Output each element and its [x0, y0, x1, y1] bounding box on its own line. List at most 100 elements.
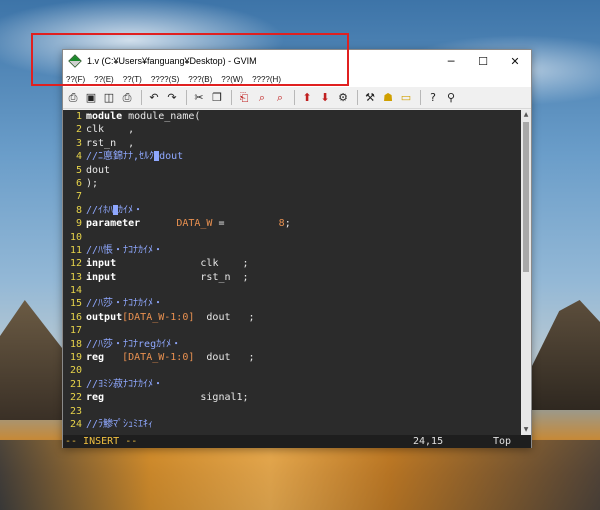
toolbar: ⎙ ▣ ◫ ⎙ ↶ ↷ ✂ ❐ ⎗ ⌕ ⌕ ⬆ ⬇ ⚙ ⚒ ☗ ▭ ? ⚲: [63, 87, 531, 109]
code-line[interactable]: 12 input clk ;: [63, 257, 521, 270]
toolbar-separator: [141, 90, 142, 105]
code-line[interactable]: 24 //ﾗ鯵ﾏﾟｼｭﾐｴｷｨ: [63, 418, 521, 431]
code-line[interactable]: 8 //ｲﾎﾊ ｶｲﾒ・: [63, 204, 521, 217]
code-token: ｶｲﾒ・: [118, 204, 144, 216]
code-line[interactable]: 13 input rst_n ;: [63, 271, 521, 284]
code-token: module_name(: [122, 111, 201, 122]
code-token: dout ;: [194, 352, 255, 364]
code-token: //ﾊ悵・ﾅｺﾅｶｲﾒ・: [86, 244, 164, 256]
paste-icon[interactable]: ⎗: [236, 90, 252, 106]
line-number: 22: [69, 392, 82, 404]
scroll-position: Top: [493, 436, 512, 447]
status-line: -- INSERT -- 24,15 Top: [63, 435, 531, 448]
line-number: 13: [69, 271, 82, 283]
find-help-icon[interactable]: ⚲: [443, 90, 459, 106]
code-line[interactable]: 3 rst_n ,: [63, 137, 521, 150]
gvim-window: 1.v (C:¥Users¥fanguang¥Desktop) - GVIM ─…: [62, 49, 532, 448]
line-number: 23: [69, 405, 82, 417]
code-line[interactable]: 21 //ﾖﾐｼ菽ﾅｺﾅｶｲﾒ・: [63, 378, 521, 391]
code-token: parameter: [86, 218, 141, 230]
redo-icon[interactable]: ↷: [164, 90, 180, 106]
code-token: ;: [284, 218, 291, 230]
scroll-thumb[interactable]: [523, 122, 529, 272]
code-line[interactable]: 1 module module_name(: [63, 110, 521, 123]
code-line[interactable]: 15 //ﾊ莎・ﾅｺﾅｶｲﾒ・: [63, 297, 521, 310]
line-number: 1: [75, 111, 82, 122]
save-all-icon[interactable]: ◫: [101, 90, 117, 106]
find-icon[interactable]: ⌕: [254, 90, 270, 106]
code-token: //ﾖﾐｼ菽ﾅｺﾅｶｲﾒ・: [86, 378, 164, 390]
code-token: dout: [86, 164, 111, 176]
run-script-icon[interactable]: ⚙: [335, 90, 351, 106]
load-session-icon[interactable]: ⬆: [299, 90, 315, 106]
cut-icon[interactable]: ✂: [191, 90, 207, 106]
code-line[interactable]: 23: [63, 405, 521, 418]
code-line[interactable]: 17: [63, 324, 521, 337]
code-line[interactable]: 14: [63, 284, 521, 297]
toolbar-separator: [186, 90, 187, 105]
line-number: 5: [75, 164, 82, 176]
code-line[interactable]: 7: [63, 190, 521, 203]
close-button[interactable]: ✕: [499, 50, 531, 72]
undo-icon[interactable]: ↶: [146, 90, 162, 106]
sunset-water: [0, 440, 600, 510]
make-icon[interactable]: ⚒: [362, 90, 378, 106]
line-number: 3: [75, 137, 82, 149]
annotation-highlight-box: [31, 33, 349, 86]
code-token: //ﾊ莎・ﾅｺﾅｶｲﾒ・: [86, 298, 164, 310]
toolbar-separator: [420, 90, 421, 105]
line-number: 10: [69, 231, 82, 243]
line-number: 21: [69, 378, 82, 390]
code-line[interactable]: 22 reg signal1;: [63, 391, 521, 404]
editor-buffer[interactable]: 1 module module_name( 2 clk , 3 rst_n , 4 //ﾆ悳錦…: [63, 110, 521, 435]
code-token: reg: [86, 392, 105, 404]
code-token: input: [86, 271, 117, 283]
scroll-down-icon[interactable]: ▼: [521, 425, 531, 435]
line-number: 11: [69, 244, 82, 256]
scroll-up-icon[interactable]: ▲: [521, 110, 531, 120]
line-number: 18: [69, 338, 82, 350]
code-token: //ｲﾎﾊ: [86, 204, 114, 216]
vertical-scrollbar[interactable]: ▲ ▼: [521, 110, 531, 435]
jump-tag-icon[interactable]: ▭: [398, 90, 414, 106]
line-number: 7: [75, 191, 82, 203]
code-line[interactable]: 2 clk ,: [63, 123, 521, 136]
code-token: reg: [86, 352, 105, 364]
code-line[interactable]: 5 dout: [63, 164, 521, 177]
line-number: 20: [69, 365, 82, 377]
mode-indicator: -- INSERT --: [65, 436, 138, 447]
maximize-button[interactable]: ☐: [467, 50, 499, 72]
code-token: //ﾊ莎・ﾅｺﾅregｶｲﾒ・: [86, 338, 182, 350]
save-icon[interactable]: ▣: [83, 90, 99, 106]
run-ctags-icon[interactable]: ☗: [380, 90, 396, 106]
code-token: //ﾆ悳錦ﾅﾅ,ｾﾙｸ: [86, 151, 155, 163]
code-line[interactable]: 10: [63, 231, 521, 244]
print-icon[interactable]: ⎙: [119, 90, 135, 106]
code-token: rst_n ,: [86, 137, 135, 149]
line-number: 4: [75, 151, 82, 163]
code-line[interactable]: 16 output[DATA_W-1:0] dout ;: [63, 311, 521, 324]
code-token: dout: [159, 151, 184, 163]
open-icon[interactable]: ⎙: [65, 90, 81, 106]
code-line[interactable]: 4 //ﾆ悳錦ﾅﾅ,ｾﾙｸ dout: [63, 150, 521, 163]
code-token: clk ,: [86, 124, 135, 136]
code-token: module: [86, 111, 123, 122]
line-number: 9: [75, 218, 82, 230]
code-line[interactable]: 18 //ﾊ莎・ﾅｺﾅregｶｲﾒ・: [63, 338, 521, 351]
copy-icon[interactable]: ❐: [209, 90, 225, 106]
cursor-position: 24,15: [413, 436, 444, 447]
help-icon[interactable]: ?: [425, 90, 441, 106]
line-number: 2: [75, 124, 82, 136]
code-line[interactable]: 20: [63, 364, 521, 377]
code-line[interactable]: 9 parameter DATA_W = 8;: [63, 217, 521, 230]
code-line[interactable]: 11 //ﾊ悵・ﾅｺﾅｶｲﾒ・: [63, 244, 521, 257]
code-token: rst_n ;: [116, 271, 249, 283]
save-session-icon[interactable]: ⬇: [317, 90, 333, 106]
code-line[interactable]: 6);: [63, 177, 521, 190]
find-next-icon[interactable]: ⌕: [272, 90, 288, 106]
toolbar-separator: [294, 90, 295, 105]
code-line[interactable]: 19 reg [DATA_W-1:0] dout ;: [63, 351, 521, 364]
line-number: 24: [69, 418, 82, 430]
minimize-button[interactable]: ─: [435, 50, 467, 72]
